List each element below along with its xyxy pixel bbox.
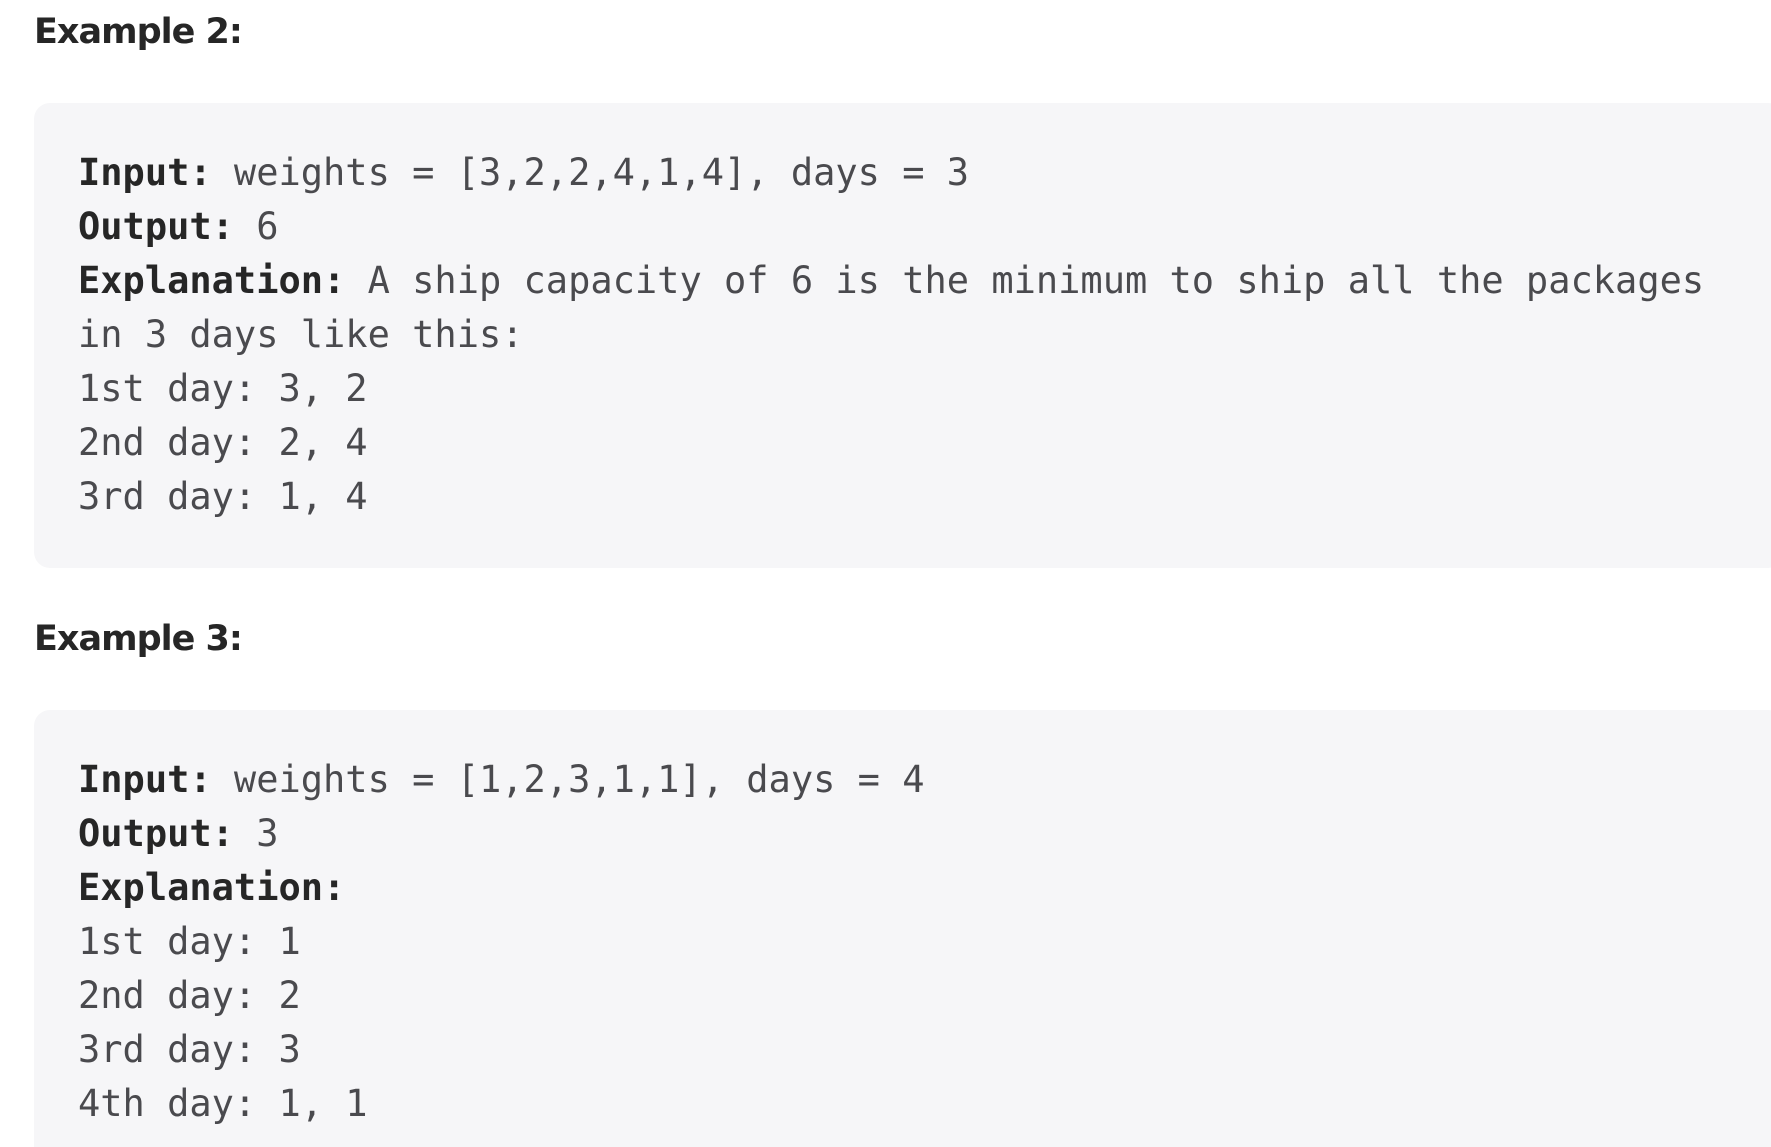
example-3-code-block: Input: weights = [1,2,3,1,1], days = 4 O…	[34, 710, 1771, 1147]
example-2-code-block: Input: weights = [3,2,2,4,1,4], days = 3…	[34, 103, 1771, 568]
page: Example 2: Input: weights = [3,2,2,4,1,4…	[0, 0, 1771, 1147]
output-value: 3	[233, 812, 279, 855]
example-2-day-1: 1st day: 3, 2	[78, 367, 368, 410]
explanation-label: Explanation:	[78, 259, 346, 302]
explanation-label: Explanation:	[78, 866, 346, 909]
example-2-day-3: 3rd day: 1, 4	[78, 475, 368, 518]
example-2-output-line: Output: 6	[78, 200, 1771, 254]
example-3-day-4: 4th day: 1, 1	[78, 1082, 368, 1125]
input-value: weights = [1,2,3,1,1], days = 4	[211, 758, 925, 801]
example-2-explanation-line: Explanation: A ship capacity of 6 is the…	[78, 254, 1771, 308]
example-3-output-line: Output: 3	[78, 807, 1771, 861]
example-3-day-1: 1st day: 1	[78, 920, 301, 963]
example-2-input-line: Input: weights = [3,2,2,4,1,4], days = 3	[78, 146, 1771, 200]
example-3-day-3: 3rd day: 3	[78, 1028, 301, 1071]
example-2-heading: Example 2:	[34, 12, 243, 52]
example-3-day-2: 2nd day: 2	[78, 974, 301, 1017]
example-3-explanation-line: Explanation:	[78, 861, 1771, 915]
input-value: weights = [3,2,2,4,1,4], days = 3	[211, 151, 970, 194]
example-3-input-line: Input: weights = [1,2,3,1,1], days = 4	[78, 753, 1771, 807]
example-2-day-2: 2nd day: 2, 4	[78, 421, 368, 464]
output-label: Output:	[78, 812, 234, 855]
input-label: Input:	[78, 758, 212, 801]
output-label: Output:	[78, 205, 234, 248]
example-3-heading: Example 3:	[34, 619, 243, 659]
explanation-text: A ship capacity of 6 is the minimum to s…	[345, 259, 1705, 302]
input-label: Input:	[78, 151, 212, 194]
output-value: 6	[233, 205, 279, 248]
example-2-explanation-continued: in 3 days like this:	[78, 313, 524, 356]
